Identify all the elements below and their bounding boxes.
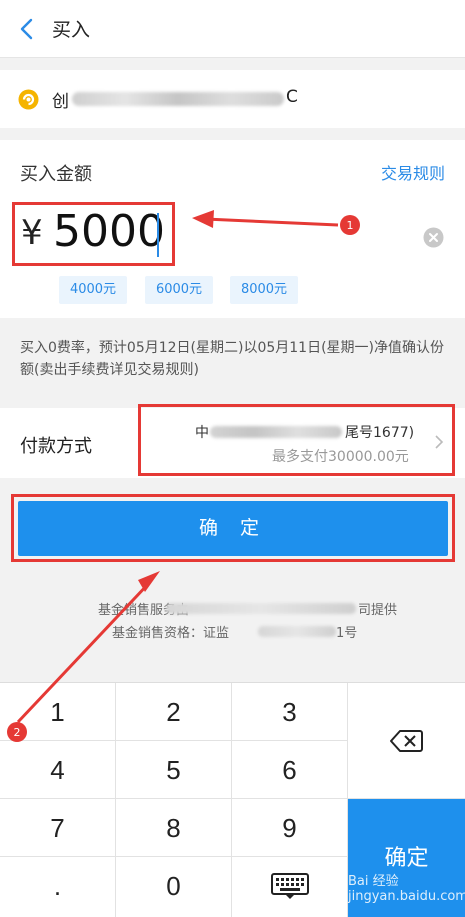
key-1[interactable]: 1: [0, 683, 116, 741]
provider-redacted: [166, 603, 356, 614]
fund-name-prefix: 创: [52, 92, 69, 112]
license-text: 基金销售资格：证监: [112, 626, 230, 641]
key-5[interactable]: 5: [116, 741, 232, 799]
key-6[interactable]: 6: [232, 741, 348, 799]
clear-icon[interactable]: [423, 227, 444, 248]
backspace-key[interactable]: [348, 683, 465, 799]
amount-value: 5000: [53, 206, 165, 257]
fund-name-suffix: C: [286, 87, 298, 107]
key-9[interactable]: 9: [232, 799, 348, 857]
bank-card-tail: 尾号1677): [345, 425, 415, 441]
key-0[interactable]: 0: [116, 857, 232, 917]
key-7[interactable]: 7: [0, 799, 116, 857]
watermark: Bai 经验 jingyan.baidu.com: [348, 874, 465, 904]
license-suffix: 1号: [336, 626, 358, 641]
bank-name-prefix: 中: [195, 425, 209, 441]
fund-logo-icon: [18, 89, 39, 110]
service-provider-suffix: 司提供: [358, 603, 398, 618]
key-3[interactable]: 3: [232, 683, 348, 741]
header: 买入: [0, 0, 465, 58]
page-title: 买入: [52, 19, 91, 41]
chevron-right-icon[interactable]: [433, 434, 445, 450]
amount-card: 买入金额 交易规则 ¥ 5000 4000元 6000元 8000元: [0, 140, 465, 318]
key-dot[interactable]: .: [0, 857, 116, 917]
payment-method-label: 付款方式: [20, 436, 92, 457]
confirm-button[interactable]: 确 定: [18, 501, 448, 556]
bank-name-redacted: [210, 426, 342, 438]
fund-info-row: 创 C: [0, 70, 465, 128]
keyboard-hide-key[interactable]: [232, 857, 348, 917]
text-cursor: [157, 213, 159, 257]
preset-6000-button[interactable]: 6000元: [145, 276, 213, 304]
payment-limit: 最多支付30000.00元: [272, 449, 409, 465]
license-redacted: [258, 626, 336, 637]
key-2[interactable]: 2: [116, 683, 232, 741]
fee-note: 买入0费率，预计05月12日(星期二)以05月11日(星期一)净值确认份额(卖出…: [20, 340, 445, 378]
fund-name-redacted: [72, 92, 284, 106]
amount-label: 买入金额: [20, 164, 92, 185]
keyboard-hide-icon: [270, 873, 309, 899]
currency-symbol: ¥: [21, 213, 43, 253]
preset-4000-button[interactable]: 4000元: [59, 276, 127, 304]
key-4[interactable]: 4: [0, 741, 116, 799]
trade-rules-link[interactable]: 交易规则: [381, 160, 445, 184]
key-8[interactable]: 8: [116, 799, 232, 857]
back-arrow-icon[interactable]: [14, 16, 40, 42]
backspace-icon: [390, 730, 423, 752]
amount-input[interactable]: ¥ 5000: [12, 202, 175, 266]
preset-8000-button[interactable]: 8000元: [230, 276, 298, 304]
